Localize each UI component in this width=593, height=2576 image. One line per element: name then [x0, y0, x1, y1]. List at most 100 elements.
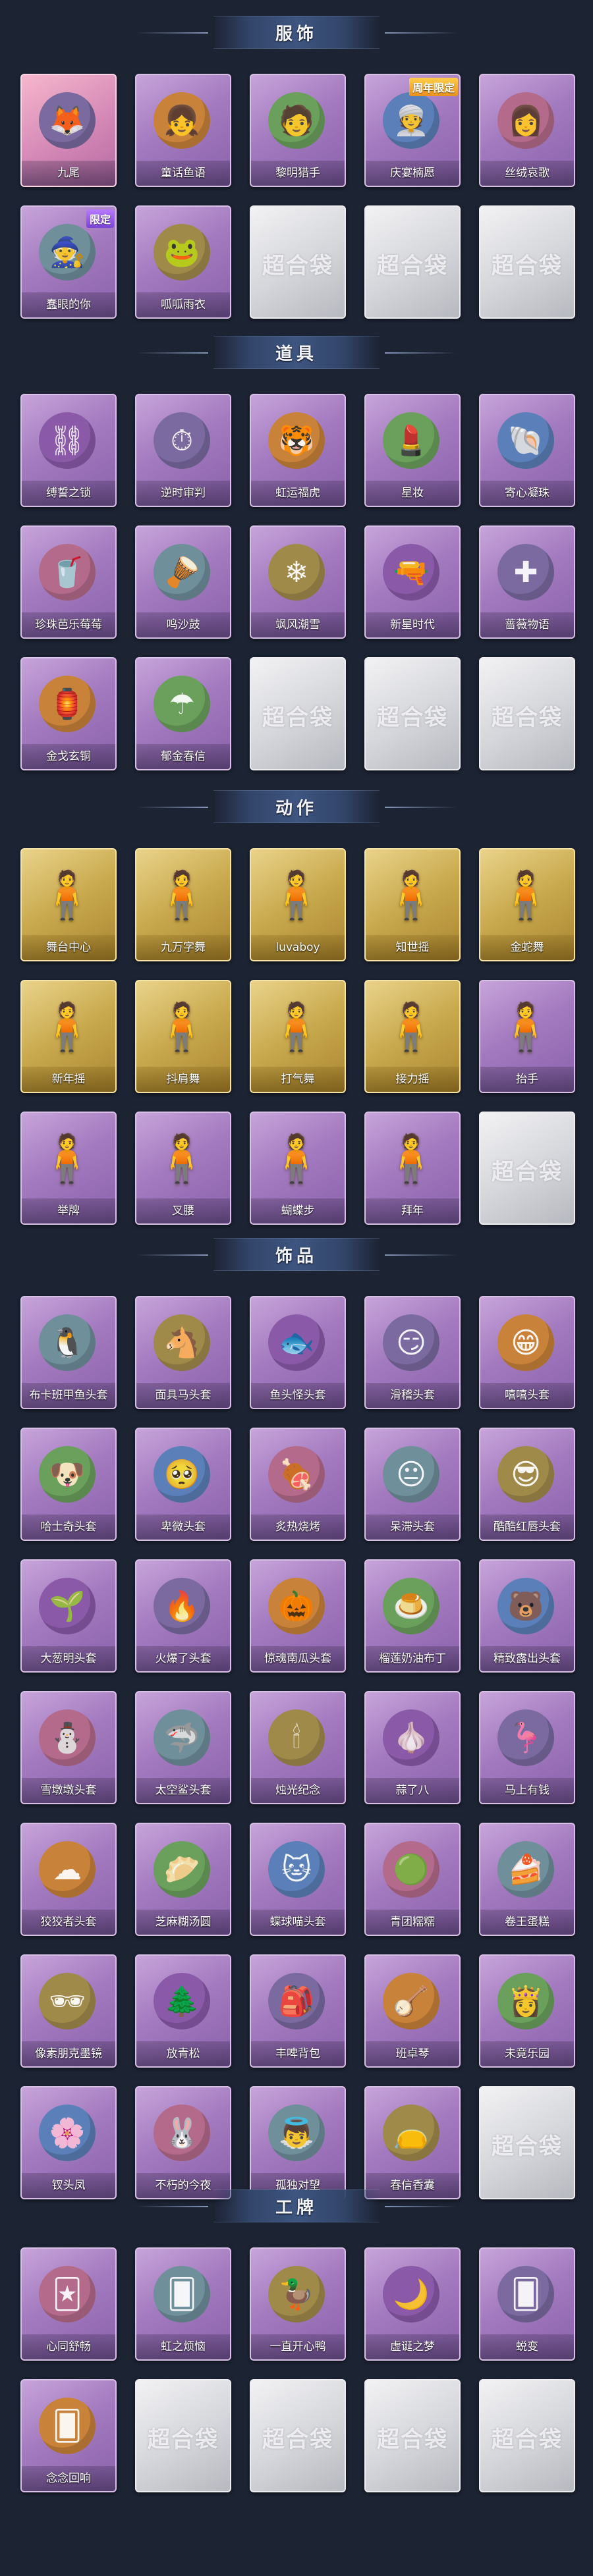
item-card[interactable]: 🪕 班卓琴 [364, 1954, 461, 2068]
empty-item-slot[interactable]: 超合袋 [479, 205, 575, 319]
item-card[interactable]: 🧙 限定 蠢眼的你 [20, 205, 117, 319]
item-card[interactable]: ✚ 蔷薇物语 [479, 525, 575, 639]
item-card[interactable]: 🕯 烛光纪念 [250, 1691, 346, 1804]
item-card[interactable]: 👩 丝绒哀歌 [479, 74, 575, 187]
pose-icon: 🧍 [153, 1131, 211, 1185]
pearl-icon: 🐚 [491, 406, 561, 475]
empty-item-slot[interactable]: 超合袋 [364, 657, 461, 770]
empty-item-slot[interactable]: 超合袋 [250, 2379, 346, 2492]
item-label: 蝶球喵头套 [251, 1910, 345, 1935]
item-card[interactable]: 🎒 丰啤背包 [250, 1954, 346, 2068]
item-card[interactable]: ⛄ 雪墩墩头套 [20, 1691, 117, 1804]
item-card[interactable]: 🌸 钗头凤 [20, 2086, 117, 2199]
item-label: 抬手 [480, 1067, 574, 1092]
item-card[interactable]: 🐱 蝶球喵头套 [250, 1823, 346, 1936]
item-card[interactable]: 🐯 虹运福虎 [250, 394, 346, 507]
empty-item-slot[interactable]: 超合袋 [135, 2379, 231, 2492]
item-card[interactable]: 🧍 打气舞 [250, 980, 346, 1093]
item-card[interactable]: 🪘 鸣沙鼓 [135, 525, 231, 639]
item-card[interactable]: 🧑 黎明猎手 [250, 74, 346, 187]
item-card[interactable]: ❄ 飒风潮雪 [250, 525, 346, 639]
item-card[interactable]: 🐴 面具马头套 [135, 1296, 231, 1409]
item-card[interactable]: 🐧 布卡班甲鱼头套 [20, 1296, 117, 1409]
item-card[interactable]: 🎃 惊魂南瓜头套 [250, 1559, 346, 1673]
item-label: 虹之烦恼 [136, 2334, 230, 2359]
item-card[interactable]: 🥤 珍珠芭乐莓莓 [20, 525, 117, 639]
item-card[interactable]: 🦆 一直开心鸭 [250, 2247, 346, 2361]
item-card[interactable]: 🧍 举牌 [20, 1112, 117, 1225]
item-card[interactable]: 🐶 哈士奇头套 [20, 1428, 117, 1541]
item-card[interactable]: 🌱 大葱明头套 [20, 1559, 117, 1673]
item-card[interactable]: 🍖 炙热烧烤 [250, 1428, 346, 1541]
empty-item-slot[interactable]: 超合袋 [479, 2379, 575, 2492]
item-card[interactable]: 🔫 新星时代 [364, 525, 461, 639]
item-card[interactable]: 🐻 精致露出头套 [479, 1559, 575, 1673]
item-card[interactable]: 🌲 放青松 [135, 1954, 231, 2068]
item-card[interactable]: 🏮 金戈玄铜 [20, 657, 117, 770]
item-card[interactable]: 👸 未竟乐园 [479, 1954, 575, 2068]
empty-item-slot[interactable]: 超合袋 [250, 657, 346, 770]
item-label: 虚诞之梦 [366, 2334, 459, 2359]
empty-item-slot[interactable]: 超合袋 [364, 2379, 461, 2492]
item-card[interactable]: 🐚 寄心凝珠 [479, 394, 575, 507]
item-card[interactable]: 👧 童话鱼语 [135, 74, 231, 187]
item-card[interactable]: 🔥 火爆了头套 [135, 1559, 231, 1673]
card-icon: 🂠 [32, 2391, 102, 2461]
item-card[interactable]: 🥺 卑微头套 [135, 1428, 231, 1541]
item-card[interactable]: 😐 呆滞头套 [364, 1428, 461, 1541]
item-card[interactable]: 🌙 虚诞之梦 [364, 2247, 461, 2361]
item-card[interactable]: 💄 星妆 [364, 394, 461, 507]
item-card[interactable]: 🕶 像素朋克墨镜 [20, 1954, 117, 2068]
item-label: 青团糯糯 [366, 1910, 459, 1935]
item-card[interactable]: 😎 酷酷红唇头套 [479, 1428, 575, 1541]
empty-slot-watermark: 超合袋 [262, 705, 333, 731]
item-card[interactable]: 🃏 心同舒畅 [20, 2247, 117, 2361]
backpack-icon: 🎒 [262, 1966, 331, 2036]
pistol-icon: 🔫 [376, 537, 446, 607]
item-card[interactable]: 🧍 luvaboy [250, 848, 346, 961]
item-card[interactable]: 👳 周年限定 庆宴楠愿 [364, 74, 461, 187]
item-card[interactable]: 🐸 呱呱雨衣 [135, 205, 231, 319]
item-card[interactable]: 🧍 拜年 [364, 1112, 461, 1225]
item-card[interactable]: 👝 春信香囊 [364, 2086, 461, 2199]
item-card[interactable]: 🂠 念念回响 [20, 2379, 117, 2492]
item-card[interactable]: 🦊 九尾 [20, 74, 117, 187]
item-card[interactable]: 🧍 舞台中心 [20, 848, 117, 961]
item-card[interactable]: 🂠 虹之烦恼 [135, 2247, 231, 2361]
item-card[interactable]: ☂ 郁金春信 [135, 657, 231, 770]
item-card[interactable]: 🦈 太空鲨头套 [135, 1691, 231, 1804]
shark-head-icon: 🦈 [147, 1703, 217, 1773]
candle-head-icon: 🕯 [262, 1703, 331, 1773]
item-card[interactable]: 🐟 鱼头怪头套 [250, 1296, 346, 1409]
item-card[interactable]: 🂠 蜕变 [479, 2247, 575, 2361]
item-card[interactable]: 🧍 九万字舞 [135, 848, 231, 961]
empty-item-slot[interactable]: 超合袋 [479, 2086, 575, 2199]
empty-item-slot[interactable]: 超合袋 [479, 657, 575, 770]
item-card[interactable]: 😏 滑稽头套 [364, 1296, 461, 1409]
item-card[interactable]: 🧍 金蛇舞 [479, 848, 575, 961]
item-card[interactable]: ⏱ 逆时审判 [135, 394, 231, 507]
item-card[interactable]: 🧍 新年摇 [20, 980, 117, 1093]
item-card[interactable]: 🧍 知世摇 [364, 848, 461, 961]
item-card[interactable]: 🐰 不朽的今夜 [135, 2086, 231, 2199]
item-card[interactable]: 🧍 叉腰 [135, 1112, 231, 1225]
item-card[interactable]: ⛓ 缚誓之锁 [20, 394, 117, 507]
item-card[interactable]: 🧍 抬手 [479, 980, 575, 1093]
item-card[interactable]: 👼 孤独对望 [250, 2086, 346, 2199]
item-card[interactable]: 🍰 卷王蛋糕 [479, 1823, 575, 1936]
item-card[interactable]: 🧍 蝴蝶步 [250, 1112, 346, 1225]
item-card[interactable]: ☁ 狡狡者头套 [20, 1823, 117, 1936]
empty-item-slot[interactable]: 超合袋 [250, 205, 346, 319]
item-card[interactable]: 🧄 蒜了八 [364, 1691, 461, 1804]
item-label: 叉腰 [136, 1198, 230, 1223]
item-card[interactable]: 🦩 马上有钱 [479, 1691, 575, 1804]
item-card[interactable]: 😁 嘻嘻头套 [479, 1296, 575, 1409]
empty-item-slot[interactable]: 超合袋 [479, 1112, 575, 1225]
item-card[interactable]: 🍮 榴莲奶油布丁 [364, 1559, 461, 1673]
sad-head-icon: 🥺 [147, 1439, 217, 1509]
item-card[interactable]: 🧍 接力摇 [364, 980, 461, 1093]
item-card[interactable]: 🥟 芝麻糊汤圆 [135, 1823, 231, 1936]
empty-item-slot[interactable]: 超合袋 [364, 205, 461, 319]
item-card[interactable]: 🟢 青团糯糯 [364, 1823, 461, 1936]
item-card[interactable]: 🧍 抖肩舞 [135, 980, 231, 1093]
